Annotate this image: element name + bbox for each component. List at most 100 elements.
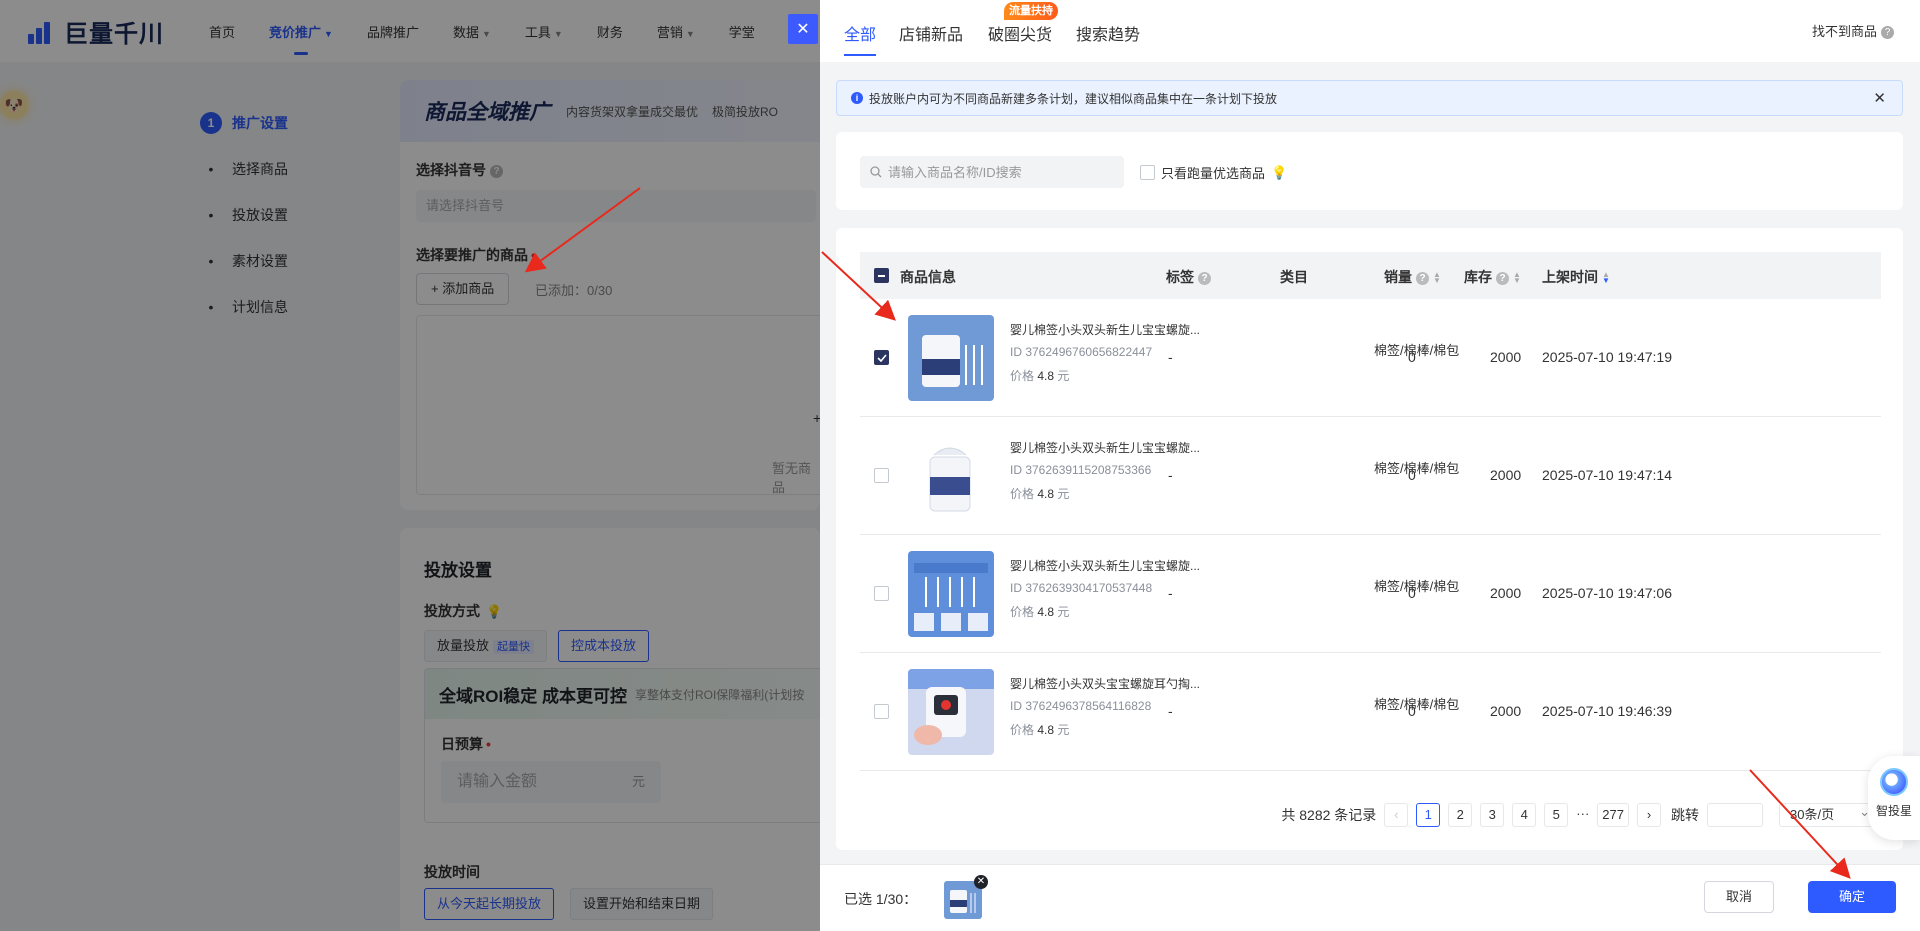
close-icon[interactable]: ✕ [788, 14, 818, 44]
col-category: 类目 [1280, 269, 1308, 285]
help-icon[interactable]: ? [1416, 272, 1429, 285]
product-category: 棉签/棉棒/棉包 [1374, 343, 1460, 358]
table-row[interactable]: 婴儿棉签小头双头新生儿宝宝螺旋... ID 376249676065682244… [860, 299, 1881, 417]
product-tag: - [1168, 703, 1173, 719]
search-input[interactable] [888, 164, 1108, 180]
info-icon: i [851, 92, 863, 104]
table-row[interactable]: 婴儿棉签小头双头宝宝螺旋耳勺掏... ID 376249637856411682… [860, 653, 1881, 771]
select-all-checkbox[interactable] [874, 268, 889, 283]
product-id: ID 3762639304170537448 [1010, 581, 1153, 595]
bulb-icon: 💡 [1271, 164, 1288, 180]
product-name: 婴儿棉签小头双头新生儿宝宝螺旋... [1010, 441, 1201, 455]
search-box[interactable] [860, 156, 1124, 188]
product-id: ID 3762496378564116828 [1010, 699, 1152, 713]
jump-page-input[interactable] [1707, 803, 1763, 827]
product-select-drawer: 全部 店铺新品 破圈尖货 流量扶持 搜索趋势 找不到商品? i 投放账户内可为不… [820, 0, 1920, 931]
cannot-find-product-link[interactable]: 找不到商品? [1812, 21, 1894, 40]
sort-icon[interactable]: ▲ ▼ [1433, 271, 1441, 285]
row-checkbox-checked[interactable] [874, 350, 889, 365]
page-5[interactable]: 5 [1544, 803, 1569, 827]
row-checkbox[interactable] [874, 586, 889, 601]
price-value: 4.8 [1037, 487, 1055, 501]
page-size-select[interactable]: 30条/页 [1779, 801, 1879, 827]
cancel-button[interactable]: 取消 [1704, 881, 1774, 913]
tab-breakout[interactable]: 破圈尖货 [988, 21, 1052, 45]
product-tag: - [1168, 467, 1173, 483]
check-icon [876, 353, 887, 362]
help-icon[interactable]: ? [1198, 272, 1211, 285]
drawer-footer: 已选 1/30： ✕ 取消 确定 [820, 864, 1920, 931]
table-row[interactable]: 婴儿棉签小头双头新生儿宝宝螺旋... ID 376263930417053744… [860, 535, 1881, 653]
product-id: ID 3762496760656822447 [1010, 345, 1153, 359]
col-sales[interactable]: 销量? ▲ ▼ [1384, 267, 1441, 287]
total-records: 共 8282 条记录 [1281, 807, 1377, 823]
sort-icon[interactable]: ▲ ▼ [1513, 271, 1521, 285]
product-tag: - [1168, 585, 1173, 601]
product-image-icon [908, 551, 994, 637]
col-label: 销量 [1384, 269, 1412, 285]
col-tag: 标签? [1166, 267, 1211, 287]
product-price: 价格 4.8 元 [1010, 603, 1069, 620]
page-ellipsis[interactable]: ··· [1576, 803, 1590, 827]
page-last[interactable]: 277 [1597, 803, 1629, 827]
jump-label: 跳转 [1671, 807, 1699, 823]
close-icon[interactable]: ✕ [1873, 89, 1886, 107]
col-listed-time[interactable]: 上架时间 ▲ ▼ [1542, 267, 1610, 287]
confirm-button[interactable]: 确定 [1808, 881, 1896, 913]
notice-text: 投放账户内可为不同商品新建多条计划，建议相似商品集中在一条计划下投放 [869, 91, 1278, 106]
pagination: 共 8282 条记录 ‹ 1 2 3 4 5 ··· 277 › 跳转 30条/… [1281, 801, 1879, 827]
product-stock: 2000 [1490, 467, 1522, 483]
tab-search-trend[interactable]: 搜索趋势 [1076, 21, 1140, 45]
table-row[interactable]: 婴儿棉签小头双头新生儿宝宝螺旋... ID 376263911520875336… [860, 417, 1881, 535]
only-fast-label: 只看跑量优选商品 [1161, 166, 1266, 181]
product-price: 价格 4.8 元 [1010, 367, 1069, 384]
remove-selected-icon[interactable]: ✕ [974, 875, 988, 889]
price-unit: 元 [1057, 605, 1070, 619]
only-fast-filter[interactable]: 只看跑量优选商品 💡 [1140, 163, 1287, 182]
assistant-label: 智投星 [1875, 804, 1912, 818]
assistant-widget[interactable]: 智投星 [1868, 756, 1920, 840]
prev-page-icon[interactable]: ‹ [1384, 803, 1409, 827]
page-1[interactable]: 1 [1416, 803, 1441, 827]
tab-all[interactable]: 全部 [844, 21, 877, 56]
price-value: 4.8 [1037, 723, 1055, 737]
modal-overlay[interactable] [0, 0, 820, 931]
col-label: 上架时间 [1542, 269, 1598, 285]
product-sales: 0 [1408, 703, 1416, 719]
product-thumbnail [908, 669, 994, 755]
product-sales: 0 [1408, 349, 1416, 365]
product-listed-time: 2025-07-10 19:47:14 [1542, 467, 1672, 483]
col-product-info: 商品信息 [900, 269, 956, 285]
col-label: 标签 [1166, 269, 1194, 285]
drawer-tabs: 全部 店铺新品 破圈尖货 流量扶持 搜索趋势 找不到商品? [820, 0, 1920, 62]
help-icon: ? [1881, 26, 1894, 39]
filter-bar: 只看跑量优选商品 💡 [836, 132, 1903, 210]
price-label: 价格 [1010, 723, 1035, 737]
next-page-icon[interactable]: › [1637, 803, 1661, 827]
product-image-icon [908, 433, 994, 519]
price-value: 4.8 [1037, 369, 1055, 383]
product-thumbnail [908, 433, 994, 519]
product-stock: 2000 [1490, 703, 1522, 719]
price-label: 价格 [1010, 487, 1035, 501]
link-text: 找不到商品 [1811, 24, 1877, 39]
price-unit: 元 [1057, 487, 1070, 501]
tab-shop-new[interactable]: 店铺新品 [899, 21, 963, 45]
sort-icon[interactable]: ▲ ▼ [1602, 271, 1610, 285]
product-category: 棉签/棉棒/棉包 [1374, 579, 1460, 594]
product-listed-time: 2025-07-10 19:47:06 [1542, 585, 1672, 601]
help-icon[interactable]: ? [1496, 272, 1509, 285]
product-stock: 2000 [1490, 349, 1522, 365]
product-tag: - [1168, 349, 1173, 365]
search-icon [870, 166, 882, 178]
page-3[interactable]: 3 [1480, 803, 1505, 827]
product-category: 棉签/棉棒/棉包 [1374, 461, 1460, 476]
row-checkbox[interactable] [874, 468, 889, 483]
row-checkbox[interactable] [874, 704, 889, 719]
page-4[interactable]: 4 [1512, 803, 1537, 827]
checkbox[interactable] [1140, 165, 1155, 180]
col-label: 库存 [1464, 269, 1492, 285]
col-stock[interactable]: 库存? ▲ ▼ [1464, 267, 1521, 287]
page-2[interactable]: 2 [1448, 803, 1473, 827]
product-sales: 0 [1408, 585, 1416, 601]
